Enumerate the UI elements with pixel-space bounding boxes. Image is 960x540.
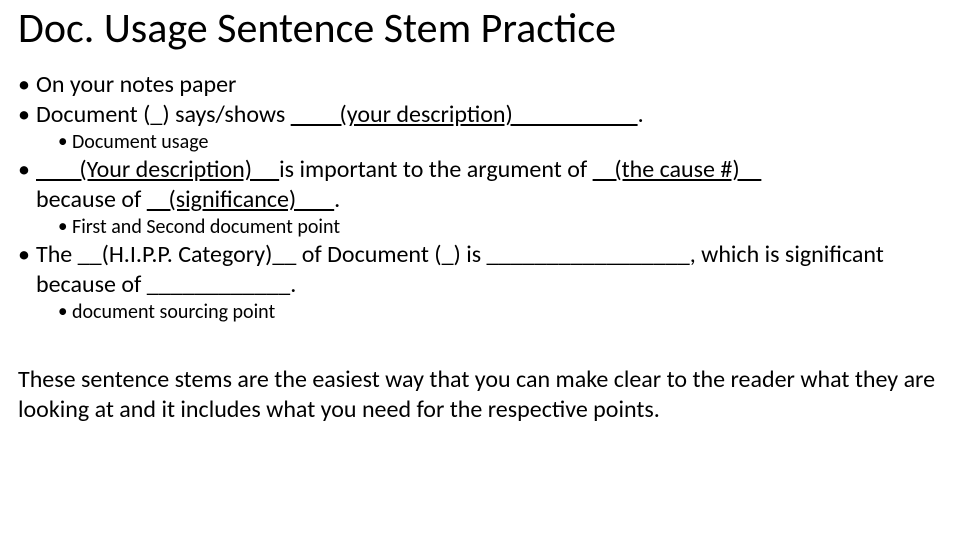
bullet-3-underline-3: (significance) [147, 185, 334, 214]
bullet-3-underline-2: (the cause #) [593, 155, 762, 184]
bullet-4: The __(H.I.P.P. Category)__ of Document … [18, 240, 942, 325]
bullet-3-mid: is important to the argument of [279, 155, 592, 184]
bullet-list: On your notes paper Document (_) says/sh… [18, 70, 942, 325]
bullet-3-line2-suffix: . [334, 185, 340, 214]
closing-paragraph: These sentence stems are the easiest way… [18, 365, 942, 425]
bullet-2-sub-text: Document usage [72, 130, 208, 154]
bullet-2-sub-list: Document usage [36, 130, 942, 155]
bullet-4-sub: document sourcing point [36, 300, 942, 325]
bullet-3-sub-list: First and Second document point [36, 215, 942, 240]
bullet-2-prefix: Document (_) says/shows [36, 100, 291, 129]
bullet-3-underline-1: (Your description) [36, 155, 279, 184]
bullet-4-text: The __(H.I.P.P. Category)__ of Document … [36, 240, 884, 299]
bullet-2: Document (_) says/shows (your descriptio… [18, 100, 942, 155]
bullet-3-sub-text: First and Second document point [72, 215, 340, 239]
bullet-1-text: On your notes paper [36, 70, 236, 99]
bullet-4-sub-list: document sourcing point [36, 300, 942, 325]
bullet-2-sub: Document usage [36, 130, 942, 155]
bullet-4-sub-text: document sourcing point [72, 300, 275, 324]
slide: Doc. Usage Sentence Stem Practice On you… [0, 0, 960, 540]
slide-title: Doc. Usage Sentence Stem Practice [18, 6, 942, 52]
bullet-2-suffix: . [638, 100, 644, 129]
bullet-3-line2-prefix: because of [36, 185, 147, 214]
bullet-1: On your notes paper [18, 70, 942, 100]
bullet-2-underline: (your description) [291, 100, 638, 129]
bullet-3-sub: First and Second document point [36, 215, 942, 240]
bullet-3: (Your description) is important to the a… [18, 155, 942, 240]
